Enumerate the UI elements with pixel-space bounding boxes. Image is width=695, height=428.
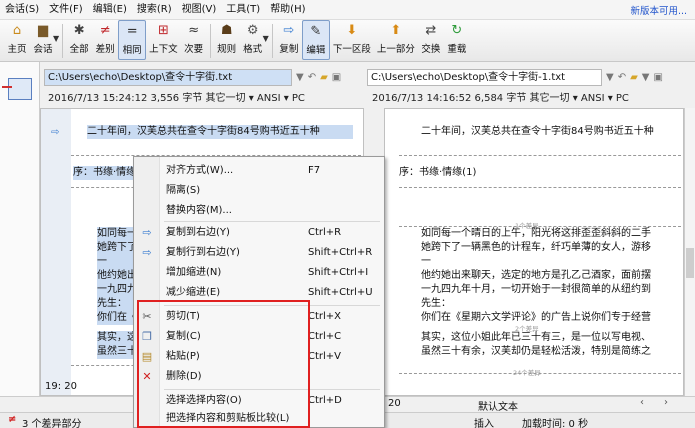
menu-view[interactable]: 视图(V) xyxy=(177,0,222,20)
diff-marker-icon: ≠ xyxy=(8,414,17,425)
same-button[interactable]: = 相同 xyxy=(118,20,147,60)
save-icon[interactable]: ▣ xyxy=(332,72,341,83)
save-icon[interactable]: ▣ xyxy=(654,72,663,83)
edit-icon: ✎ xyxy=(310,24,322,39)
text-line: 其实，这位小姐此年已三十有三，是一位以写电视、 xyxy=(421,332,651,343)
back-arrow-icon[interactable]: ↶ xyxy=(308,72,316,83)
right-path-row: C:\Users\echo\Desktop\查令十字街-1.txt ▼ ↶ ▰ … xyxy=(367,67,695,87)
left-gutter xyxy=(41,109,71,395)
load-time: 加载时间: 0 秒 xyxy=(522,419,589,428)
left-file-info: 2016/7/13 15:24:12 3,556 字节 其它一切 ▾ ANSI … xyxy=(48,93,305,104)
menu-edit[interactable]: 编辑(E) xyxy=(88,0,132,20)
text-line: 序：书缘·情缘(1) xyxy=(399,167,477,178)
text-line: 先生： xyxy=(421,298,451,309)
overview-thumb[interactable] xyxy=(8,78,32,100)
arrow-right-icon: ⇨ xyxy=(142,226,152,239)
left-position: 19: 20 xyxy=(45,381,77,392)
format-dropdown-arrow[interactable]: ▼ xyxy=(263,34,269,43)
overview-diff-mark xyxy=(2,86,12,88)
folder-icon[interactable]: ▰ xyxy=(630,72,638,83)
text-line: 一 xyxy=(421,256,431,267)
right-path-field[interactable]: C:\Users\echo\Desktop\查令十字街-1.txt xyxy=(367,68,602,86)
text-line: 虽然三十有余，汉芙却仍是轻松活泼，特别是简练之 xyxy=(421,346,651,357)
text-line: 如同每一个晴日的上午，阳光将这排歪歪斜斜的二手 xyxy=(421,228,651,239)
left-path-field[interactable]: C:\Users\echo\Desktop\查令十字街.txt xyxy=(44,68,292,86)
format-icon: ⚙ xyxy=(246,23,259,38)
diffs-button[interactable]: ≠ 差别 xyxy=(92,20,118,60)
swap-button[interactable]: ⇄ 交换 xyxy=(418,20,444,60)
dropdown-arrow-icon[interactable]: ▼ xyxy=(606,72,614,83)
dropdown-arrow-icon[interactable]: ▼ xyxy=(296,72,304,83)
menu-item-replace[interactable]: 替换内容(M)... xyxy=(134,201,384,221)
text-line: 他约她出来聊天，选定的地方是孔乙己酒家，面前摆 xyxy=(421,270,651,281)
new-version-link[interactable]: 新版本可用... xyxy=(630,3,695,17)
session-dropdown-arrow[interactable]: ▼ xyxy=(53,34,59,43)
folder-icon[interactable]: ▰ xyxy=(320,72,328,83)
highlight-annotation-box xyxy=(137,300,310,428)
sync-arrow-icon[interactable]: ⇨ xyxy=(51,127,59,138)
menu-session[interactable]: 会话(S) xyxy=(0,0,44,20)
minor-button[interactable]: ≈ 次要 xyxy=(181,20,207,60)
encoding-label[interactable]: 默认文本 xyxy=(478,398,518,413)
briefcase-icon: ▆ xyxy=(38,23,48,38)
menu-item-copy-right[interactable]: ⇨ 复制到右边(Y) Ctrl+R xyxy=(134,223,384,243)
insert-mode: 插入 xyxy=(474,419,494,428)
diff-count-note: 24个差异 xyxy=(513,369,541,377)
menu-item-align[interactable]: 对齐方式(W)... F7 xyxy=(134,161,384,181)
all-button[interactable]: ✱ 全部 xyxy=(66,20,92,60)
left-path-row: C:\Users\echo\Desktop\查令十字街.txt ▼ ↶ ▰ ▣ xyxy=(44,67,362,87)
home-button[interactable]: ⌂ 主页 xyxy=(4,20,30,60)
reload-button[interactable]: ↻ 重载 xyxy=(444,20,470,60)
diff-divider xyxy=(399,155,681,156)
toolbar-separator xyxy=(62,24,64,58)
approx-icon: ≈ xyxy=(188,23,200,38)
text-line: 二十年间，汉芙总共在查令十字街84号购书近五十种 xyxy=(421,126,654,137)
menu-item-isolate[interactable]: 隔离(S) xyxy=(134,181,384,201)
scroll-right-icon[interactable]: › xyxy=(664,397,668,408)
back-arrow-icon[interactable]: ↶ xyxy=(618,72,626,83)
menu-item-indent[interactable]: 增加缩进(N) Shift+Ctrl+I xyxy=(134,263,384,283)
toolbar: ⌂ 主页 ▆ 会话 ▼ ✱ 全部 ≠ 差别 = 相同 ⊞ 上下文 ≈ 次要 ☗ 规则 ⚙ 格式 ▼… xyxy=(0,20,695,62)
dropdown-arrow-icon[interactable]: ▼ xyxy=(642,72,650,83)
context-icon: ⊞ xyxy=(157,23,169,38)
menu-file[interactable]: 文件(F) xyxy=(44,0,88,20)
arrow-right-icon: ⇨ xyxy=(142,246,152,259)
copy-button[interactable]: ⇨ 复制 xyxy=(276,20,302,60)
scroll-thumb[interactable] xyxy=(686,248,694,278)
menu-bar: 会话(S) 文件(F) 编辑(E) 搜索(R) 视图(V) 工具(T) 帮助(H… xyxy=(0,0,695,20)
rules-button[interactable]: ☗ 规则 xyxy=(214,20,240,60)
overview-strip[interactable] xyxy=(0,62,40,396)
copy-arrow-icon: ⇨ xyxy=(283,23,295,38)
context-button[interactable]: ⊞ 上下文 xyxy=(146,20,181,60)
toolbar-separator xyxy=(209,24,211,58)
menu-search[interactable]: 搜索(R) xyxy=(132,0,177,20)
text-line: 一九四九年十月，一切开始于一封很简单的从纽约到 xyxy=(421,284,651,295)
right-position: 20 xyxy=(388,398,401,409)
equal-icon: = xyxy=(126,24,138,39)
scroll-left-icon[interactable]: ‹ xyxy=(640,397,644,408)
prev-section-button[interactable]: ⬆ 上一部分 xyxy=(374,20,418,60)
swap-icon: ⇄ xyxy=(425,23,437,38)
diff-count-status: 3 个差异部分 xyxy=(22,419,82,428)
menu-item-copy-line-right[interactable]: ⇨ 复制行到右边(Y) Shift+Ctrl+R xyxy=(134,243,384,263)
toolbar-separator xyxy=(271,24,273,58)
referee-icon: ☗ xyxy=(220,23,233,38)
down-arrow-icon: ⬇ xyxy=(346,23,358,38)
reload-icon: ↻ xyxy=(451,23,463,38)
right-file-info: 2016/7/13 14:16:52 6,584 字节 其它一切 ▾ ANSI … xyxy=(372,93,629,104)
up-arrow-icon: ⬆ xyxy=(390,23,402,38)
edit-button[interactable]: ✎ 编辑 xyxy=(301,20,330,60)
next-section-button[interactable]: ⬇ 下一区段 xyxy=(330,20,374,60)
menu-tools[interactable]: 工具(T) xyxy=(221,0,265,20)
not-equal-icon: ≠ xyxy=(99,23,111,38)
menu-separator xyxy=(164,221,380,222)
right-scrollbar[interactable] xyxy=(684,108,695,396)
home-icon: ⌂ xyxy=(12,23,22,38)
right-text-pane[interactable]: 二十年间，汉芙总共在查令十字街84号购书近五十种 序：书缘·情缘(1) 1个差异… xyxy=(384,108,684,396)
text-line: 二十年间，汉芙总共在查令十字街84号购书近五十种 xyxy=(87,125,353,139)
text-line: 她跨下了一辆黑色的计程车，纤巧单薄的女人，游移 xyxy=(421,242,651,253)
asterisk-icon: ✱ xyxy=(73,23,85,38)
diff-divider xyxy=(399,187,681,188)
menu-help[interactable]: 帮助(H) xyxy=(265,0,310,20)
